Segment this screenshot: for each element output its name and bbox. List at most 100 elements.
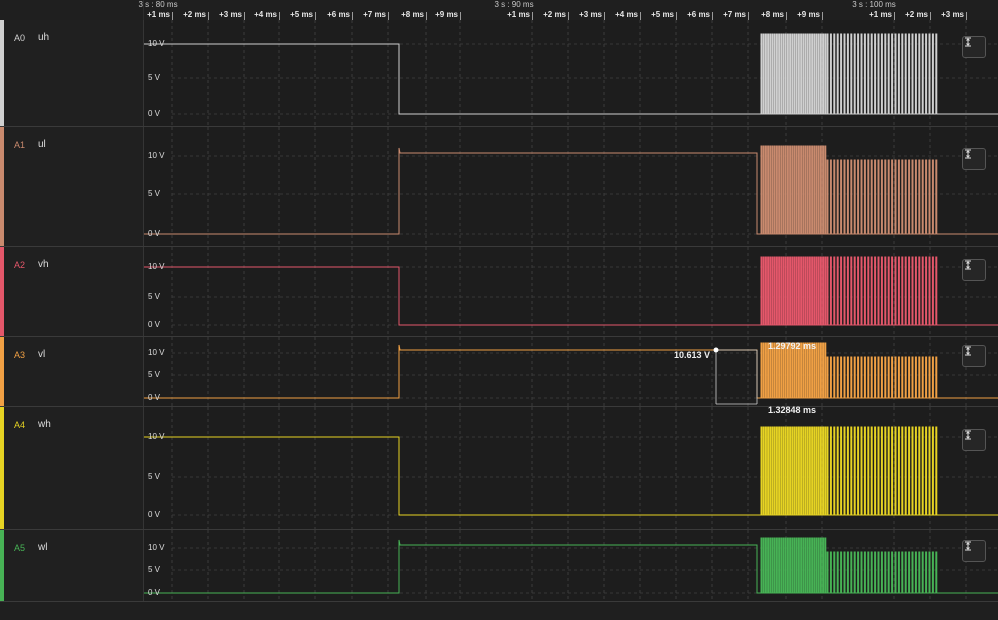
channel-id: A0: [14, 33, 26, 43]
voltage-axis-label: 5 V: [148, 189, 161, 198]
voltage-axis-label: 0 V: [148, 229, 161, 238]
tick-label: +3 ms: [579, 10, 602, 19]
channel-row-wl[interactable]: A5 wl 10 V 5 V 0 V: [0, 530, 998, 602]
tick-mark: [279, 12, 280, 20]
channel-name: wh: [38, 419, 51, 430]
tick-label: +6 ms: [687, 10, 710, 19]
tick-label: +9 ms: [435, 10, 458, 19]
voltage-axis-label: 10 V: [148, 432, 165, 441]
tick-label: +3 ms: [941, 10, 964, 19]
vertical-scale-button[interactable]: [962, 429, 986, 451]
waveform-trace: [144, 33, 998, 115]
tick-label: +7 ms: [723, 10, 746, 19]
tick-mark: [640, 12, 641, 20]
tick-label: +2 ms: [543, 10, 566, 19]
channel-id: A1: [14, 140, 26, 150]
tick-label: +1 ms: [507, 10, 530, 19]
waveform-trace: [144, 426, 998, 516]
channel-id: A4: [14, 420, 26, 430]
waveform-plot[interactable]: 10 V 5 V 0 V: [144, 407, 998, 529]
channel-id: A3: [14, 350, 26, 360]
tick-mark: [712, 12, 713, 20]
tick-mark: [786, 12, 787, 20]
vertical-scale-button[interactable]: [962, 259, 986, 281]
waveform-svg: [144, 530, 998, 601]
voltage-axis-label: 10 V: [148, 262, 165, 271]
tick-mark: [388, 12, 389, 20]
tick-mark: [604, 12, 605, 20]
waveform-plot[interactable]: 10 V 5 V 0 V: [144, 530, 998, 601]
channel-header[interactable]: A2 vh: [4, 247, 144, 336]
channel-row-wh[interactable]: A4 wh 10 V 5 V 0 V: [0, 407, 998, 530]
tick-label: +5 ms: [651, 10, 674, 19]
waveform-trace: [144, 537, 998, 594]
tick-label: +1 ms: [869, 10, 892, 19]
tick-mark: [930, 12, 931, 20]
tick-mark: [352, 12, 353, 20]
channel-id: A5: [14, 543, 26, 553]
waveform-plot[interactable]: 10 V 5 V 0 V: [144, 337, 998, 406]
tick-mark: [894, 12, 895, 20]
major-time-label: 3 s : 90 ms: [494, 0, 534, 9]
waveform-plot[interactable]: 10 V 5 V 0 V: [144, 247, 998, 336]
channel-header[interactable]: A3 vl: [4, 337, 144, 406]
major-time-label: 3 s : 100 ms: [852, 0, 896, 9]
vertical-scale-button[interactable]: [962, 36, 986, 58]
tick-mark: [172, 12, 173, 20]
voltage-axis-label: 10 V: [148, 39, 165, 48]
tick-label: +2 ms: [905, 10, 928, 19]
channel-row-vh[interactable]: A2 vh 10 V 5 V 0 V: [0, 247, 998, 337]
waveform-plot[interactable]: 10 V 5 V 0 V: [144, 20, 998, 126]
channel-name: vl: [38, 349, 46, 360]
major-time-label: 3 s : 80 ms: [138, 0, 178, 9]
tick-mark: [676, 12, 677, 20]
voltage-axis-label: 0 V: [148, 510, 161, 519]
tick-label: +8 ms: [401, 10, 424, 19]
voltage-axis-label: 10 V: [148, 543, 165, 552]
channel-id: A2: [14, 260, 26, 270]
tick-mark: [460, 12, 461, 20]
tick-label: +3 ms: [219, 10, 242, 19]
channel-row-vl[interactable]: A3 vl 10 V 5 V 0 V: [0, 337, 998, 407]
channel-header[interactable]: A4 wh: [4, 407, 144, 529]
channel-header[interactable]: A0 uh: [4, 20, 144, 126]
channel-header[interactable]: A5 wl: [4, 530, 144, 601]
tick-label: +4 ms: [254, 10, 277, 19]
channel-name: wl: [38, 542, 48, 553]
tick-mark: [315, 12, 316, 20]
voltage-axis-label: 5 V: [148, 565, 161, 574]
vertical-scale-button[interactable]: [962, 345, 986, 367]
vertical-scale-button[interactable]: [962, 148, 986, 170]
tick-mark: [208, 12, 209, 20]
voltage-axis-label: 0 V: [148, 393, 161, 402]
measurement-period: 1.32848 ms: [768, 405, 817, 415]
channel-row-ul[interactable]: A1 ul 10 V 5 V 0 V: [0, 127, 998, 247]
waveform-svg: [144, 407, 998, 529]
tick-mark: [568, 12, 569, 20]
measurement-voltage: 10.613 V: [674, 350, 711, 360]
channel-row-uh[interactable]: A0 uh 10 V 5 V 0 V: [0, 20, 998, 127]
vertical-scale-button[interactable]: [962, 540, 986, 562]
channel-name: uh: [38, 32, 50, 43]
voltage-axis-label: 5 V: [148, 73, 161, 82]
tick-label: +1 ms: [147, 10, 170, 19]
ruler-corner: [0, 0, 144, 20]
waveform-svg: [144, 337, 998, 406]
tick-label: +2 ms: [183, 10, 206, 19]
measurement-pulse-width: 1.29792 ms: [768, 341, 817, 351]
voltage-axis-label: 10 V: [148, 348, 165, 357]
time-ruler[interactable]: +1 ms +2 ms +3 ms +4 ms +5 ms +6 ms +7 ms +8 ms…: [0, 0, 998, 21]
voltage-axis-label: 5 V: [148, 292, 161, 301]
voltage-axis-label: 5 V: [148, 370, 161, 379]
waveform-plot[interactable]: 10 V 5 V 0 V: [144, 127, 998, 246]
measurement-point[interactable]: [713, 347, 719, 353]
voltage-axis-label: 0 V: [148, 588, 161, 597]
tick-mark: [426, 12, 427, 20]
tick-mark: [244, 12, 245, 20]
tick-label: +6 ms: [327, 10, 350, 19]
channel-header[interactable]: A1 ul: [4, 127, 144, 246]
measurement-marker: [713, 347, 758, 405]
tick-mark: [748, 12, 749, 20]
tick-label: +4 ms: [615, 10, 638, 19]
tick-label: +9 ms: [797, 10, 820, 19]
